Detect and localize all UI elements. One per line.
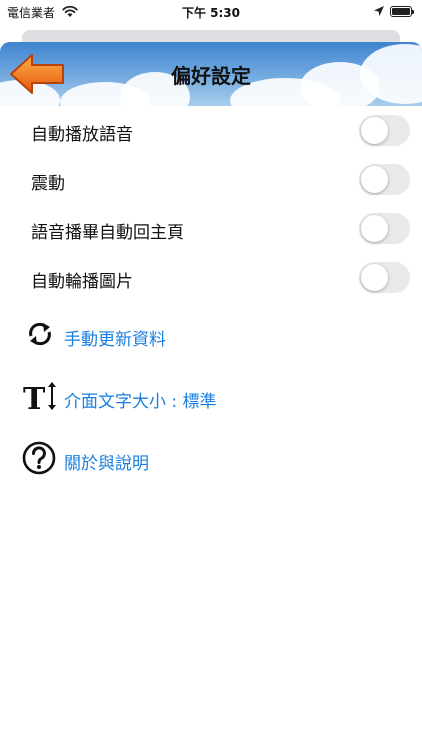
return-home-toggle[interactable] bbox=[359, 213, 410, 244]
toggle-knob bbox=[361, 117, 388, 144]
page-title: 偏好設定 bbox=[171, 64, 251, 88]
about-help-link[interactable]: 關於與說明 bbox=[0, 440, 422, 480]
status-time: 下午 5:30 bbox=[181, 6, 241, 20]
refresh-icon bbox=[29, 322, 51, 346]
toggle-knob bbox=[361, 215, 388, 242]
setting-row-return-home: 語音播畢自動回主頁 bbox=[0, 205, 422, 253]
help-icon bbox=[22, 441, 56, 475]
about-help-label: 關於與說明 bbox=[64, 454, 149, 474]
setting-label: 自動輪播圖片 bbox=[31, 272, 133, 292]
text-size-label: 介面文字大小 : 標準 bbox=[64, 392, 217, 412]
header-bar: 偏好設定 bbox=[0, 42, 422, 106]
setting-label: 震動 bbox=[31, 174, 65, 194]
autoplay-images-toggle[interactable] bbox=[359, 262, 410, 293]
manual-update-label: 手動更新資料 bbox=[64, 330, 166, 350]
toggle-knob bbox=[361, 264, 388, 291]
manual-update-link[interactable]: 手動更新資料 bbox=[0, 316, 422, 356]
text-size-link[interactable]: T 介面文字大小 : 標準 bbox=[0, 378, 422, 418]
location-arrow-icon bbox=[374, 6, 384, 16]
setting-row-autoplay-images: 自動輪播圖片 bbox=[0, 254, 422, 302]
setting-label: 自動播放語音 bbox=[31, 125, 133, 145]
battery-icon bbox=[390, 6, 414, 17]
autoplay-voice-toggle[interactable] bbox=[359, 115, 410, 146]
status-bar: 電信業者 下午 5:30 bbox=[0, 0, 422, 24]
vibration-toggle[interactable] bbox=[359, 164, 410, 195]
text-size-icon: T bbox=[23, 382, 56, 414]
setting-row-autoplay-voice: 自動播放語音 bbox=[0, 107, 422, 155]
setting-label: 語音播畢自動回主頁 bbox=[31, 223, 184, 243]
svg-text:T: T bbox=[23, 382, 46, 414]
setting-row-vibration: 震動 bbox=[0, 156, 422, 204]
toggle-knob bbox=[361, 166, 388, 193]
